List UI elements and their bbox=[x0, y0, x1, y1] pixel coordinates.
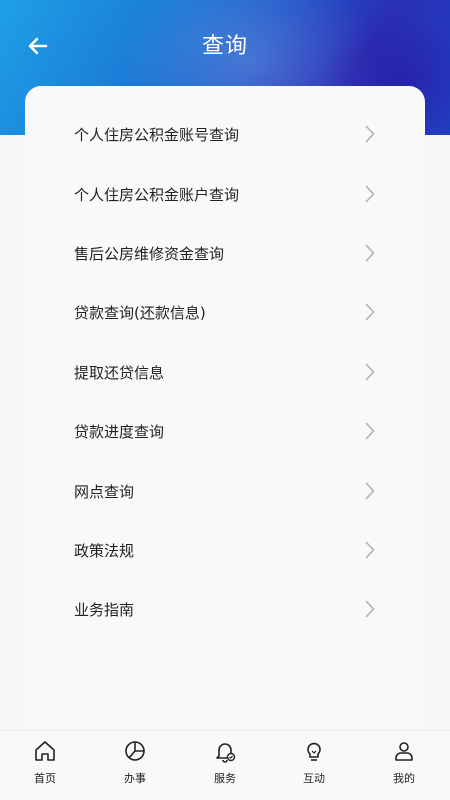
menu-item-maintenance-fund[interactable]: 售后公房维修资金查询 bbox=[25, 229, 425, 277]
bell-check-icon bbox=[211, 737, 239, 765]
menu-item-loan-progress[interactable]: 贷款进度查询 bbox=[25, 407, 425, 455]
menu-item-label: 贷款查询(还款信息) bbox=[74, 303, 206, 322]
menu-card: 个人住房公积金账号查询 个人住房公积金账户查询 售后公房维修资金查询 贷款查询(… bbox=[25, 86, 425, 736]
tab-label: 首页 bbox=[34, 772, 56, 785]
bottom-tab-bar: 首页 办事 服务 互动 我的 bbox=[0, 730, 450, 800]
chevron-right-icon bbox=[363, 243, 377, 263]
chevron-right-icon bbox=[363, 124, 377, 144]
chevron-right-icon bbox=[363, 302, 377, 322]
menu-item-label: 政策法规 bbox=[74, 541, 135, 560]
menu-item-label: 提取还贷信息 bbox=[74, 363, 165, 382]
tab-label: 互动 bbox=[303, 772, 325, 785]
pie-chart-icon bbox=[121, 737, 149, 765]
tab-interact[interactable]: 互动 bbox=[279, 737, 349, 797]
tab-label: 服务 bbox=[214, 772, 236, 785]
menu-item-account-number[interactable]: 个人住房公积金账号查询 bbox=[25, 110, 425, 158]
menu-item-account-query[interactable]: 个人住房公积金账户查询 bbox=[25, 170, 425, 218]
chevron-right-icon bbox=[363, 362, 377, 382]
lightbulb-icon bbox=[300, 737, 328, 765]
chevron-right-icon bbox=[363, 184, 377, 204]
tab-service[interactable]: 服务 bbox=[190, 737, 260, 797]
menu-item-label: 业务指南 bbox=[74, 600, 135, 619]
tab-mine[interactable]: 我的 bbox=[369, 737, 439, 797]
menu-item-label: 个人住房公积金账号查询 bbox=[74, 125, 240, 144]
tab-home[interactable]: 首页 bbox=[10, 737, 80, 797]
menu-item-business-guide[interactable]: 业务指南 bbox=[25, 585, 425, 633]
menu-item-label: 个人住房公积金账户查询 bbox=[74, 185, 240, 204]
tab-label: 我的 bbox=[393, 772, 415, 785]
menu-item-label: 售后公房维修资金查询 bbox=[74, 244, 225, 263]
menu-item-withdrawal-info[interactable]: 提取还贷信息 bbox=[25, 348, 425, 396]
menu-item-loan-repayment[interactable]: 贷款查询(还款信息) bbox=[25, 288, 425, 336]
menu-item-branch-query[interactable]: 网点查询 bbox=[25, 467, 425, 515]
menu-item-policies[interactable]: 政策法规 bbox=[25, 526, 425, 574]
home-icon bbox=[31, 737, 59, 765]
chevron-right-icon bbox=[363, 421, 377, 441]
menu-item-label: 贷款进度查询 bbox=[74, 422, 165, 441]
menu-item-label: 网点查询 bbox=[74, 482, 135, 501]
tab-services-affairs[interactable]: 办事 bbox=[100, 737, 170, 797]
chevron-right-icon bbox=[363, 540, 377, 560]
chevron-right-icon bbox=[363, 481, 377, 501]
chevron-right-icon bbox=[363, 599, 377, 619]
page-title: 查询 bbox=[201, 34, 248, 59]
tab-label: 办事 bbox=[124, 772, 146, 785]
user-icon bbox=[390, 737, 418, 765]
